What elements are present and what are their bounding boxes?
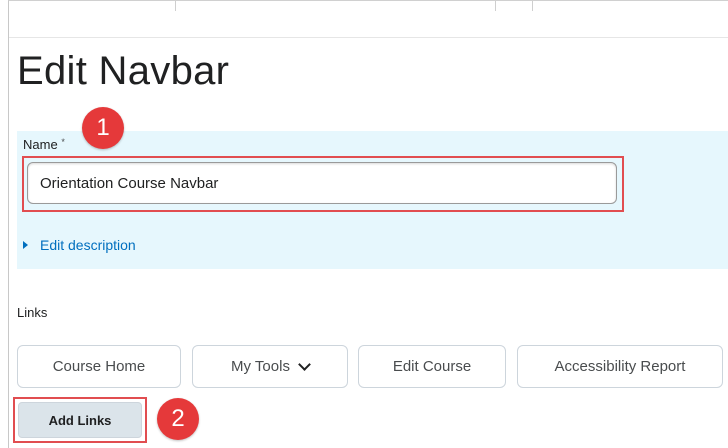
edit-description-link[interactable]: Edit description [23, 237, 136, 253]
top-bar [9, 1, 728, 38]
step-2-badge: 2 [157, 398, 199, 440]
page-title: Edit Navbar [17, 49, 230, 93]
required-marker: * [61, 137, 65, 147]
edit-description-label: Edit description [40, 237, 136, 253]
name-label-text: Name [23, 137, 58, 152]
add-links-label: Add Links [48, 412, 112, 428]
top-bar-divider [495, 1, 496, 11]
link-button-course-home[interactable]: Course Home [17, 345, 181, 388]
step-1-badge: 1 [82, 107, 124, 149]
chevron-down-icon [298, 357, 311, 371]
link-button-my-tools[interactable]: My Tools [192, 345, 348, 388]
name-input[interactable] [27, 162, 617, 204]
link-button-edit-course[interactable]: Edit Course [358, 345, 506, 388]
top-bar-divider [532, 1, 533, 11]
caret-right-icon [23, 241, 28, 249]
link-button-accessibility-report[interactable]: Accessibility Report [517, 345, 723, 388]
link-button-label: My Tools [231, 358, 290, 375]
link-button-label: Accessibility Report [554, 358, 686, 375]
add-links-button[interactable]: Add Links [18, 402, 142, 438]
top-bar-divider [175, 1, 176, 11]
name-panel: Name * Edit description [17, 131, 728, 269]
link-button-label: Course Home [52, 358, 146, 375]
link-button-label: Edit Course [392, 358, 472, 375]
links-section-label: Links [17, 305, 48, 320]
page-frame: Edit Navbar Name * Edit description Link… [8, 0, 728, 448]
name-field-label: Name * [23, 137, 65, 152]
